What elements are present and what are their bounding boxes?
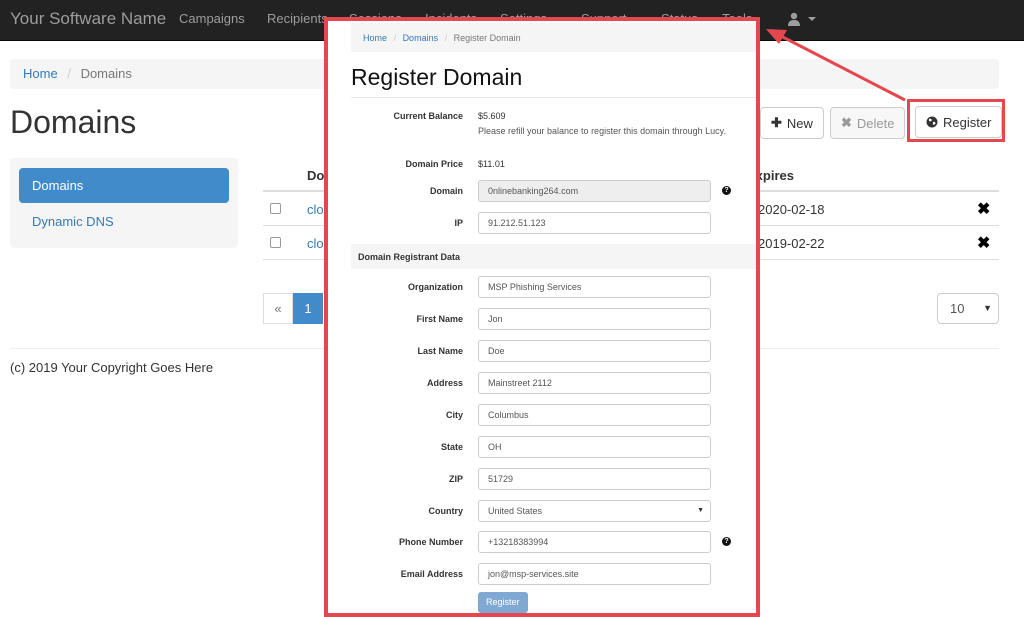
state-label: State [440,442,463,452]
domain-label: Domain [429,186,463,196]
row-checkbox[interactable] [270,237,281,248]
sidebar-item-dynamic-dns[interactable]: Dynamic DNS [19,204,229,239]
nav-campaigns[interactable]: Campaigns [179,11,245,26]
country-select[interactable]: United States ▼ [478,500,711,522]
country-label: Country [428,506,464,516]
ip-field[interactable]: 91.212.51.123 [478,212,711,234]
address-label: Address [426,378,463,388]
chevron-down-icon: ▼ [697,507,704,514]
email-label: Email Address [400,569,463,579]
city-field[interactable]: Columbus [478,404,711,426]
breadcrumb-separator: / [67,66,71,81]
country-select-value: United States [488,506,543,516]
modal-breadcrumb-domains[interactable]: Domains [403,33,439,43]
pagination: « 1 [263,293,323,324]
help-icon[interactable]: ? [722,537,731,546]
current-balance-value: $5.609 [478,111,506,121]
delete-row-icon[interactable]: ✖ [977,233,990,253]
modal-breadcrumb: Home / Domains / Register Domain [351,23,756,52]
modal-title: Register Domain [351,64,523,90]
phone-field[interactable]: +13218383994 [478,531,711,553]
city-label: City [445,410,463,420]
state-field[interactable]: OH [478,436,711,458]
nav-recipients[interactable]: Recipients [267,11,328,26]
user-icon [788,12,800,26]
user-menu[interactable] [787,10,817,28]
modal-breadcrumb-home[interactable]: Home [363,33,387,43]
organization-label: Organization [407,282,463,292]
ip-label: IP [454,218,463,228]
domain-price-label: Domain Price [405,159,463,169]
domain-field[interactable]: 0nlinebanking264.com [478,180,711,202]
breadcrumb-current: Domains [80,66,132,81]
page-size-select[interactable]: 10 ▼ [937,293,999,324]
first-name-label: First Name [416,314,463,324]
last-name-label: Last Name [417,346,463,356]
sidebar-item-domains[interactable]: Domains [19,168,229,203]
breadcrumb-separator: / [393,33,397,43]
new-button-label: New [786,115,813,131]
close-icon: ✖ [841,115,852,130]
submit-register-button[interactable]: Register [478,592,528,613]
footer-copyright: (c) 2019 Your Copyright Goes Here [10,360,214,375]
plus-icon: ✚ [771,115,782,130]
row-checkbox[interactable] [270,203,281,214]
register-domain-modal: Home / Domains / Register Domain Registe… [324,17,760,617]
pagination-page-1[interactable]: 1 [293,293,323,324]
email-field[interactable]: jon@msp-services.site [478,563,711,585]
breadcrumb-separator: / [444,33,448,43]
new-button[interactable]: ✚ New [760,107,824,139]
zip-label: ZIP [448,474,463,484]
delete-button[interactable]: ✖ Delete [830,107,906,139]
delete-button-label: Delete [856,115,895,131]
highlight-box [907,99,1005,142]
domain-price-value: $11.01 [478,159,505,169]
chevron-down-icon: ▼ [983,303,992,313]
expires-date: 2020-02-18 [758,202,825,217]
section-registrant-data: Domain Registrant Data [351,244,756,269]
brand-name[interactable]: Your Software Name [10,9,166,29]
zip-field[interactable]: 51729 [478,468,711,490]
current-balance-label: Current Balance [393,111,463,121]
page-title: Domains [10,104,137,140]
modal-divider [351,97,756,98]
balance-note: Please refill your balance to register t… [478,126,726,136]
expires-date: 2019-02-22 [758,236,825,251]
last-name-field[interactable]: Doe [478,340,711,362]
breadcrumb-home[interactable]: Home [23,66,58,81]
organization-field[interactable]: MSP Phishing Services [478,276,711,298]
sidebar: Domains Dynamic DNS [10,158,238,248]
first-name-field[interactable]: Jon [478,308,711,330]
modal-breadcrumb-current: Register Domain [453,33,521,43]
delete-row-icon[interactable]: ✖ [977,199,990,219]
phone-label: Phone Number [398,537,463,547]
chevron-down-icon [808,16,817,21]
address-field[interactable]: Mainstreet 2112 [478,372,711,394]
page-size-value: 10 [950,301,965,316]
pagination-prev[interactable]: « [263,293,293,324]
help-icon[interactable]: ? [722,186,731,195]
